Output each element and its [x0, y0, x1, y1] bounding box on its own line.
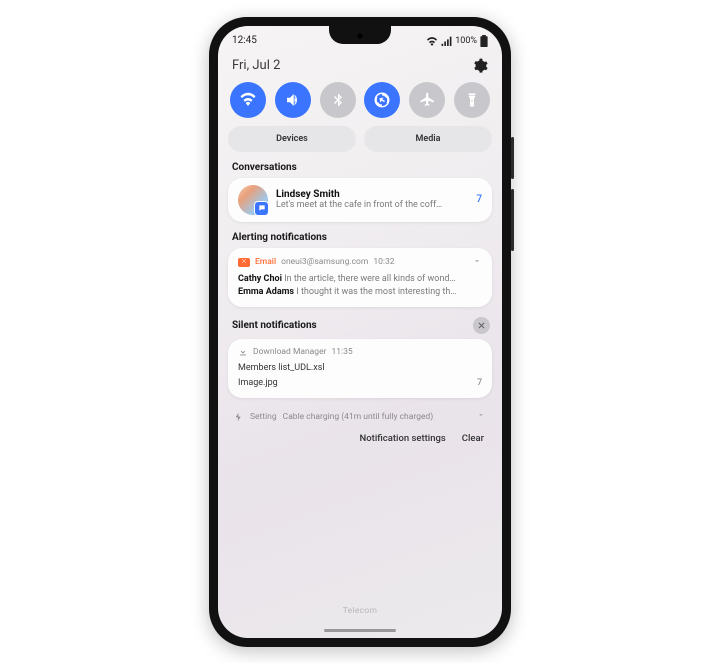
email-sender: Emma Adams — [238, 287, 294, 297]
section-alerting-title: Alerting notifications — [232, 232, 488, 243]
screen: 12:45 100% Fri, Jul 2 — [218, 26, 502, 638]
download-notification[interactable]: Download Manager 11:35 Members list_UDL.… — [228, 339, 492, 398]
chevron-down-icon — [476, 410, 486, 420]
battery-pct: 100% — [455, 36, 477, 46]
notch — [329, 26, 391, 44]
section-conversations-title: Conversations — [232, 162, 488, 173]
qs-sync-toggle[interactable] — [364, 82, 400, 118]
phone-frame: 12:45 100% Fri, Jul 2 — [209, 17, 511, 647]
gear-icon — [472, 58, 488, 74]
email-preview: In the article, there were all kinds of … — [284, 274, 455, 284]
home-handle[interactable] — [324, 629, 396, 632]
email-sender: Cathy Choi — [238, 274, 282, 284]
qs-flashlight-toggle[interactable] — [454, 82, 490, 118]
speaker-icon — [284, 91, 302, 109]
setting-app-name: Setting — [250, 412, 277, 422]
conversation-preview: Let's meet at the cafe in front of the c… — [276, 200, 464, 210]
close-icon — [477, 321, 486, 330]
flashlight-icon — [464, 92, 480, 108]
carrier-label: Telecom — [218, 606, 502, 616]
date-label: Fri, Jul 2 — [232, 58, 280, 73]
dismiss-silent-button[interactable] — [473, 317, 490, 334]
media-button[interactable]: Media — [364, 126, 492, 152]
notification-settings-button[interactable]: Notification settings — [360, 433, 446, 444]
qs-sound-toggle[interactable] — [275, 82, 311, 118]
avatar — [238, 185, 268, 215]
download-count: 7 — [477, 376, 482, 390]
alert-app-name: Email — [255, 257, 276, 267]
download-file: Members list_UDL.xsl — [238, 361, 325, 375]
alert-time: 10:32 — [373, 257, 394, 267]
conversation-notification[interactable]: Lindsey Smith Let's meet at the cafe in … — [228, 178, 492, 222]
signal-icon — [441, 36, 452, 46]
email-preview: I thought it was the most interesting th… — [296, 287, 456, 297]
conversation-sender: Lindsey Smith — [276, 189, 464, 200]
wifi-icon — [426, 36, 438, 46]
email-icon — [238, 258, 250, 267]
section-silent-title: Silent notifications — [232, 320, 317, 331]
status-indicators: 100% — [426, 35, 488, 47]
download-app-name: Download Manager — [253, 347, 326, 357]
download-time: 11:35 — [331, 347, 352, 357]
alert-account: oneui3@samsung.com — [281, 257, 368, 267]
charging-notification[interactable]: Setting Cable charging (41m until fully … — [228, 408, 492, 425]
bluetooth-icon — [330, 92, 346, 108]
side-button — [511, 137, 514, 179]
download-icon — [238, 347, 248, 357]
airplane-icon — [419, 91, 436, 108]
qs-bluetooth-toggle[interactable] — [320, 82, 356, 118]
chevron-down-icon — [472, 256, 482, 266]
devices-label: Devices — [276, 134, 308, 144]
status-time: 12:45 — [232, 35, 257, 46]
download-file: Image.jpg — [238, 376, 278, 390]
app-badge-icon — [254, 201, 269, 216]
email-notification-group[interactable]: Email oneui3@samsung.com 10:32 Cathy Cho… — [228, 248, 492, 308]
qs-airplane-toggle[interactable] — [409, 82, 445, 118]
battery-icon — [480, 35, 488, 47]
quick-settings-row — [228, 82, 492, 118]
bolt-icon — [234, 412, 244, 422]
email-item: Emma Adams I thought it was the most int… — [238, 286, 482, 300]
conversation-count: 7 — [472, 194, 482, 205]
media-label: Media — [416, 134, 441, 144]
settings-button[interactable] — [472, 58, 488, 74]
side-button — [511, 189, 514, 251]
devices-button[interactable]: Devices — [228, 126, 356, 152]
wifi-icon — [239, 91, 257, 109]
expand-button[interactable] — [476, 410, 486, 423]
qs-wifi-toggle[interactable] — [230, 82, 266, 118]
clear-button[interactable]: Clear — [462, 433, 484, 444]
expand-button[interactable] — [472, 256, 482, 269]
sync-icon — [373, 91, 391, 109]
setting-text: Cable charging (41m until fully charged) — [283, 412, 434, 422]
email-item: Cathy Choi In the article, there were al… — [238, 273, 482, 287]
